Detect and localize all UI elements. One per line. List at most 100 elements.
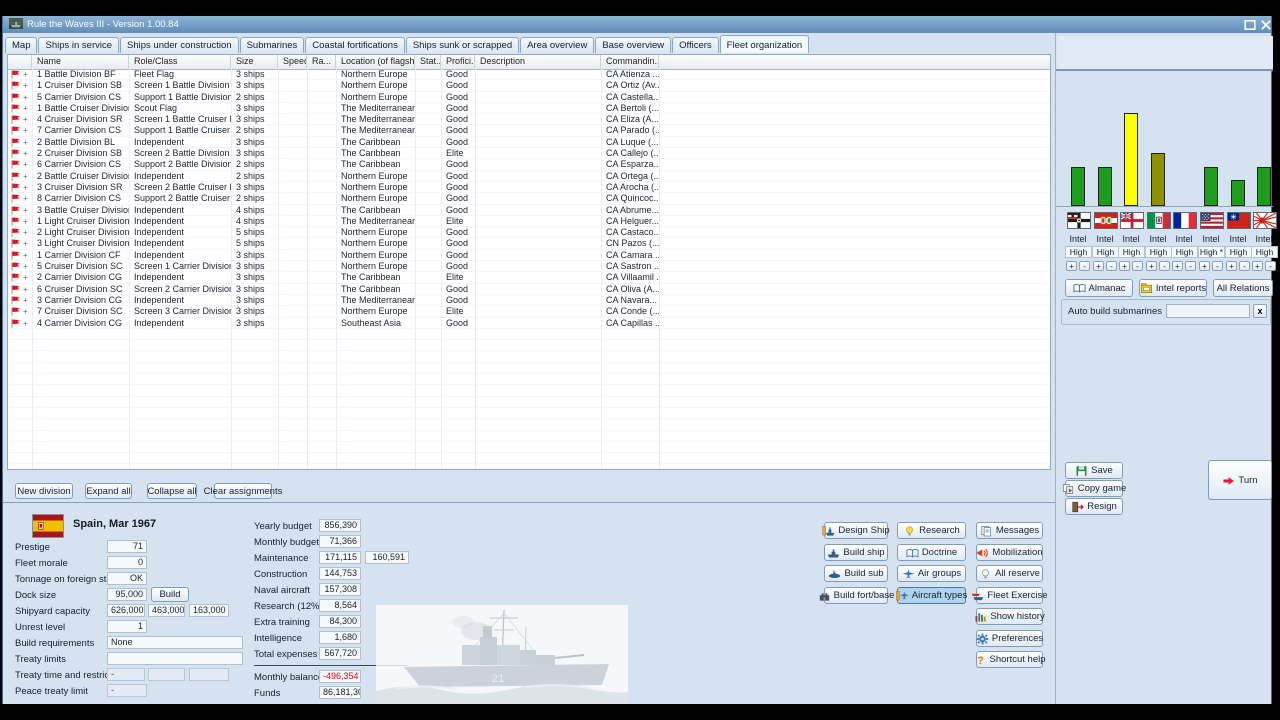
tab-submarines[interactable]: Submarines	[240, 37, 305, 53]
column-header-speed[interactable]: Speed	[278, 55, 307, 68]
column-header-stat[interactable]: Stat...	[415, 55, 441, 68]
auto-build-input[interactable]	[1166, 304, 1250, 318]
table-row[interactable]: +7 Carrier Division CSSupport 1 Battle C…	[8, 125, 1050, 136]
fleet-exercise-button[interactable]: Fleet Exercise	[976, 587, 1043, 604]
row-expander[interactable]: +	[23, 193, 28, 204]
table-row[interactable]: +2 Light Cruiser Division RRIndependent5…	[8, 227, 1050, 238]
save-button[interactable]: Save	[1065, 462, 1123, 479]
intel-plus-button-china[interactable]: +	[1226, 261, 1237, 271]
intel-minus-button-france[interactable]: -	[1185, 261, 1196, 271]
intel-plus-button-italy[interactable]: +	[1146, 261, 1157, 271]
build-button[interactable]: Build	[151, 587, 189, 602]
shortcut-help-button[interactable]: ?Shortcut help	[976, 651, 1043, 668]
table-row[interactable]: +2 Carrier Division CGIndependent3 ships…	[8, 272, 1050, 283]
intel-plus-button-united-kingdom[interactable]: +	[1119, 261, 1130, 271]
new-division-button[interactable]: New division	[15, 483, 73, 499]
table-row[interactable]: +4 Carrier Division CGIndependent3 ships…	[8, 318, 1050, 329]
intel-plus-button-austria-hungary[interactable]: +	[1093, 261, 1104, 271]
intel-minus-button-china[interactable]: -	[1239, 261, 1250, 271]
column-header-role[interactable]: Role/Class	[129, 55, 231, 68]
aircraft-types-button[interactable]: Aircraft types	[897, 587, 966, 604]
clear-assignments-button[interactable]: Clear assignments	[214, 483, 272, 499]
row-expander[interactable]: +	[23, 250, 28, 261]
expand-all-button[interactable]: Expand all	[85, 483, 132, 499]
row-expander[interactable]: +	[23, 318, 28, 329]
tab-ships-sunk-or-scrapped[interactable]: Ships sunk or scrapped	[406, 37, 519, 53]
table-row[interactable]: +7 Cruiser Division SCScreen 3 Carrier D…	[8, 306, 1050, 317]
resign-button[interactable]: Resign	[1065, 498, 1123, 515]
row-expander[interactable]: +	[23, 216, 28, 227]
intel-minus-button-germany[interactable]: -	[1079, 261, 1090, 271]
tab-officers[interactable]: Officers	[672, 37, 719, 53]
tab-ships-in-service[interactable]: Ships in service	[38, 37, 119, 53]
table-row[interactable]: +3 Battle Cruiser Division RRIndependent…	[8, 205, 1050, 216]
table-row[interactable]: +2 Battle Cruiser Division RLIndependent…	[8, 171, 1050, 182]
tab-ships-under-construction[interactable]: Ships under construction	[120, 37, 239, 53]
air-groups-button[interactable]: Air groups	[897, 565, 966, 582]
all-reserve-button[interactable]: All reserve	[976, 565, 1043, 582]
table-row[interactable]: +2 Battle Division BLIndependent3 shipsT…	[8, 137, 1050, 148]
tab-map[interactable]: Map	[5, 37, 37, 53]
table-row[interactable]: +3 Carrier Division CGIndependent3 ships…	[8, 295, 1050, 306]
tab-base-overview[interactable]: Base overview	[595, 37, 671, 53]
messages-button[interactable]: Messages	[976, 522, 1043, 539]
row-expander[interactable]: +	[23, 284, 28, 295]
tab-area-overview[interactable]: Area overview	[520, 37, 594, 53]
intel-plus-button-france[interactable]: +	[1172, 261, 1183, 271]
column-header-location[interactable]: Location (of flagship)	[336, 55, 415, 68]
auto-build-clear-button[interactable]: x	[1253, 304, 1267, 318]
row-expander[interactable]: +	[23, 205, 28, 216]
intel-plus-button-germany[interactable]: +	[1066, 261, 1077, 271]
tab-fleet-organization[interactable]: Fleet organization	[720, 35, 810, 53]
table-row[interactable]: +4 Cruiser Division SRScreen 1 Battle Cr…	[8, 114, 1050, 125]
table-row[interactable]: +3 Light Cruiser Division RRIndependent5…	[8, 238, 1050, 249]
table-row[interactable]: +8 Carrier Division CSSupport 2 Battle C…	[8, 193, 1050, 204]
column-header-commander[interactable]: Commandin...	[601, 55, 659, 68]
table-row[interactable]: +3 Cruiser Division SRScreen 2 Battle Cr…	[8, 182, 1050, 193]
table-row[interactable]: +1 Cruiser Division SBScreen 1 Battle Di…	[8, 80, 1050, 91]
build-sub-button[interactable]: Build sub	[824, 565, 888, 582]
row-expander[interactable]: +	[23, 238, 28, 249]
row-expander[interactable]: +	[23, 227, 28, 238]
table-row[interactable]: +1 Battle Division BFFleet Flag3 shipsNo…	[8, 69, 1050, 80]
intel-minus-button-italy[interactable]: -	[1159, 261, 1170, 271]
intel-minus-button-united-kingdom[interactable]: -	[1132, 261, 1143, 271]
column-header-proficiency[interactable]: Profici...	[441, 55, 475, 68]
intel-minus-button-united-states[interactable]: -	[1212, 261, 1223, 271]
row-expander[interactable]: +	[23, 80, 28, 91]
row-expander[interactable]: +	[23, 306, 28, 317]
show-history-button[interactable]: Show history	[976, 608, 1043, 625]
design-ship-button[interactable]: Design Ship	[824, 522, 888, 539]
intel-reports-button[interactable]: Intel reports	[1139, 279, 1207, 297]
preferences-button[interactable]: Preferences	[976, 630, 1043, 647]
table-row[interactable]: +1 Light Cruiser Division RRIndependent4…	[8, 216, 1050, 227]
row-expander[interactable]: +	[23, 182, 28, 193]
row-expander[interactable]: +	[23, 261, 28, 272]
table-row[interactable]: +1 Battle Cruiser Division RFScout Flag3…	[8, 103, 1050, 114]
collapse-all-button[interactable]: Collapse all	[147, 483, 197, 499]
row-expander[interactable]: +	[23, 103, 28, 114]
table-row[interactable]: +1 Carrier Division CFIndependent3 ships…	[8, 250, 1050, 261]
column-header-flag[interactable]	[8, 55, 32, 68]
row-expander[interactable]: +	[23, 272, 28, 283]
copy-game-button[interactable]: Copy game	[1065, 480, 1123, 497]
row-expander[interactable]: +	[23, 92, 28, 103]
table-row[interactable]: +6 Cruiser Division SCScreen 2 Carrier D…	[8, 284, 1050, 295]
row-expander[interactable]: +	[23, 171, 28, 182]
intel-minus-button-austria-hungary[interactable]: -	[1106, 261, 1117, 271]
turn-button[interactable]: Turn	[1208, 460, 1272, 500]
table-row[interactable]: +5 Carrier Division CSSupport 1 Battle D…	[8, 92, 1050, 103]
column-header-description[interactable]: Description	[475, 55, 601, 68]
research-button[interactable]: Research	[897, 522, 966, 539]
all-relations-button[interactable]: All Relations	[1213, 279, 1273, 297]
row-expander[interactable]: +	[23, 137, 28, 148]
row-expander[interactable]: +	[23, 125, 28, 136]
tab-coastal-fortifications[interactable]: Coastal fortifications	[305, 37, 405, 53]
row-expander[interactable]: +	[23, 159, 28, 170]
row-expander[interactable]: +	[23, 114, 28, 125]
almanac-button[interactable]: Almanac	[1065, 279, 1133, 297]
build-ship-button[interactable]: Build ship	[824, 544, 888, 561]
build-fort-base-button[interactable]: Build fort/base	[824, 587, 888, 604]
intel-plus-button-japan[interactable]: +	[1252, 261, 1263, 271]
maximize-button[interactable]	[1244, 19, 1256, 30]
